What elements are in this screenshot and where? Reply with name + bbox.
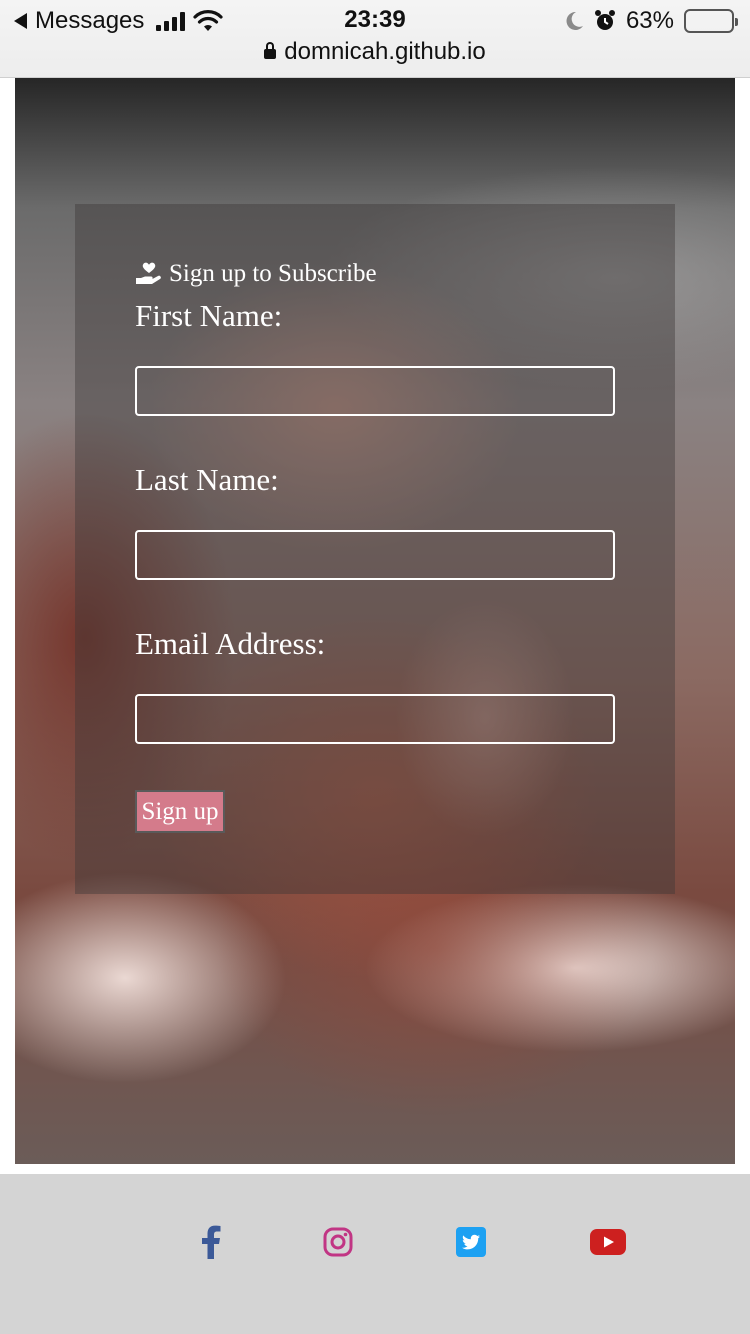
lock-icon xyxy=(264,42,277,59)
address-bar[interactable]: domnicah.github.io xyxy=(0,38,750,66)
wifi-icon xyxy=(193,10,223,31)
sign-up-button[interactable]: Sign up xyxy=(135,790,225,833)
youtube-link[interactable] xyxy=(588,1222,628,1262)
ios-status-bar: Messages 23:39 63% domnicah.github.io xyxy=(0,0,750,78)
twitter-link[interactable] xyxy=(451,1222,491,1262)
cellular-signal-icon xyxy=(156,11,186,31)
email-address-input[interactable] xyxy=(135,694,615,744)
form-heading-text: Sign up to Subscribe xyxy=(169,260,377,287)
signup-form-panel: Sign up to Subscribe First Name: Last Na… xyxy=(75,204,675,894)
last-name-label: Last Name: xyxy=(135,462,279,497)
first-name-label: First Name: xyxy=(135,298,283,333)
facebook-icon xyxy=(202,1225,221,1259)
hand-holding-heart-icon xyxy=(136,262,161,284)
moon-icon xyxy=(566,11,583,30)
form-heading: Sign up to Subscribe xyxy=(135,260,377,288)
email-address-label: Email Address: xyxy=(135,626,326,661)
back-arrow-icon xyxy=(14,13,27,29)
youtube-icon xyxy=(590,1229,626,1255)
back-to-messages[interactable]: Messages xyxy=(14,6,223,36)
last-name-input[interactable] xyxy=(135,530,615,580)
first-name-input[interactable] xyxy=(135,366,615,416)
alarm-clock-icon xyxy=(594,10,615,30)
instagram-icon xyxy=(323,1227,353,1257)
hero-dark-arc xyxy=(15,78,735,218)
battery-icon xyxy=(684,9,738,33)
twitter-icon xyxy=(456,1227,486,1257)
battery-percent: 63% xyxy=(625,7,674,34)
footer xyxy=(0,1174,750,1334)
back-label: Messages xyxy=(35,7,145,34)
url-text: domnicah.github.io xyxy=(284,38,486,65)
facebook-link[interactable] xyxy=(191,1222,231,1262)
instagram-link[interactable] xyxy=(318,1222,358,1262)
status-indicators: 63% xyxy=(564,6,738,36)
